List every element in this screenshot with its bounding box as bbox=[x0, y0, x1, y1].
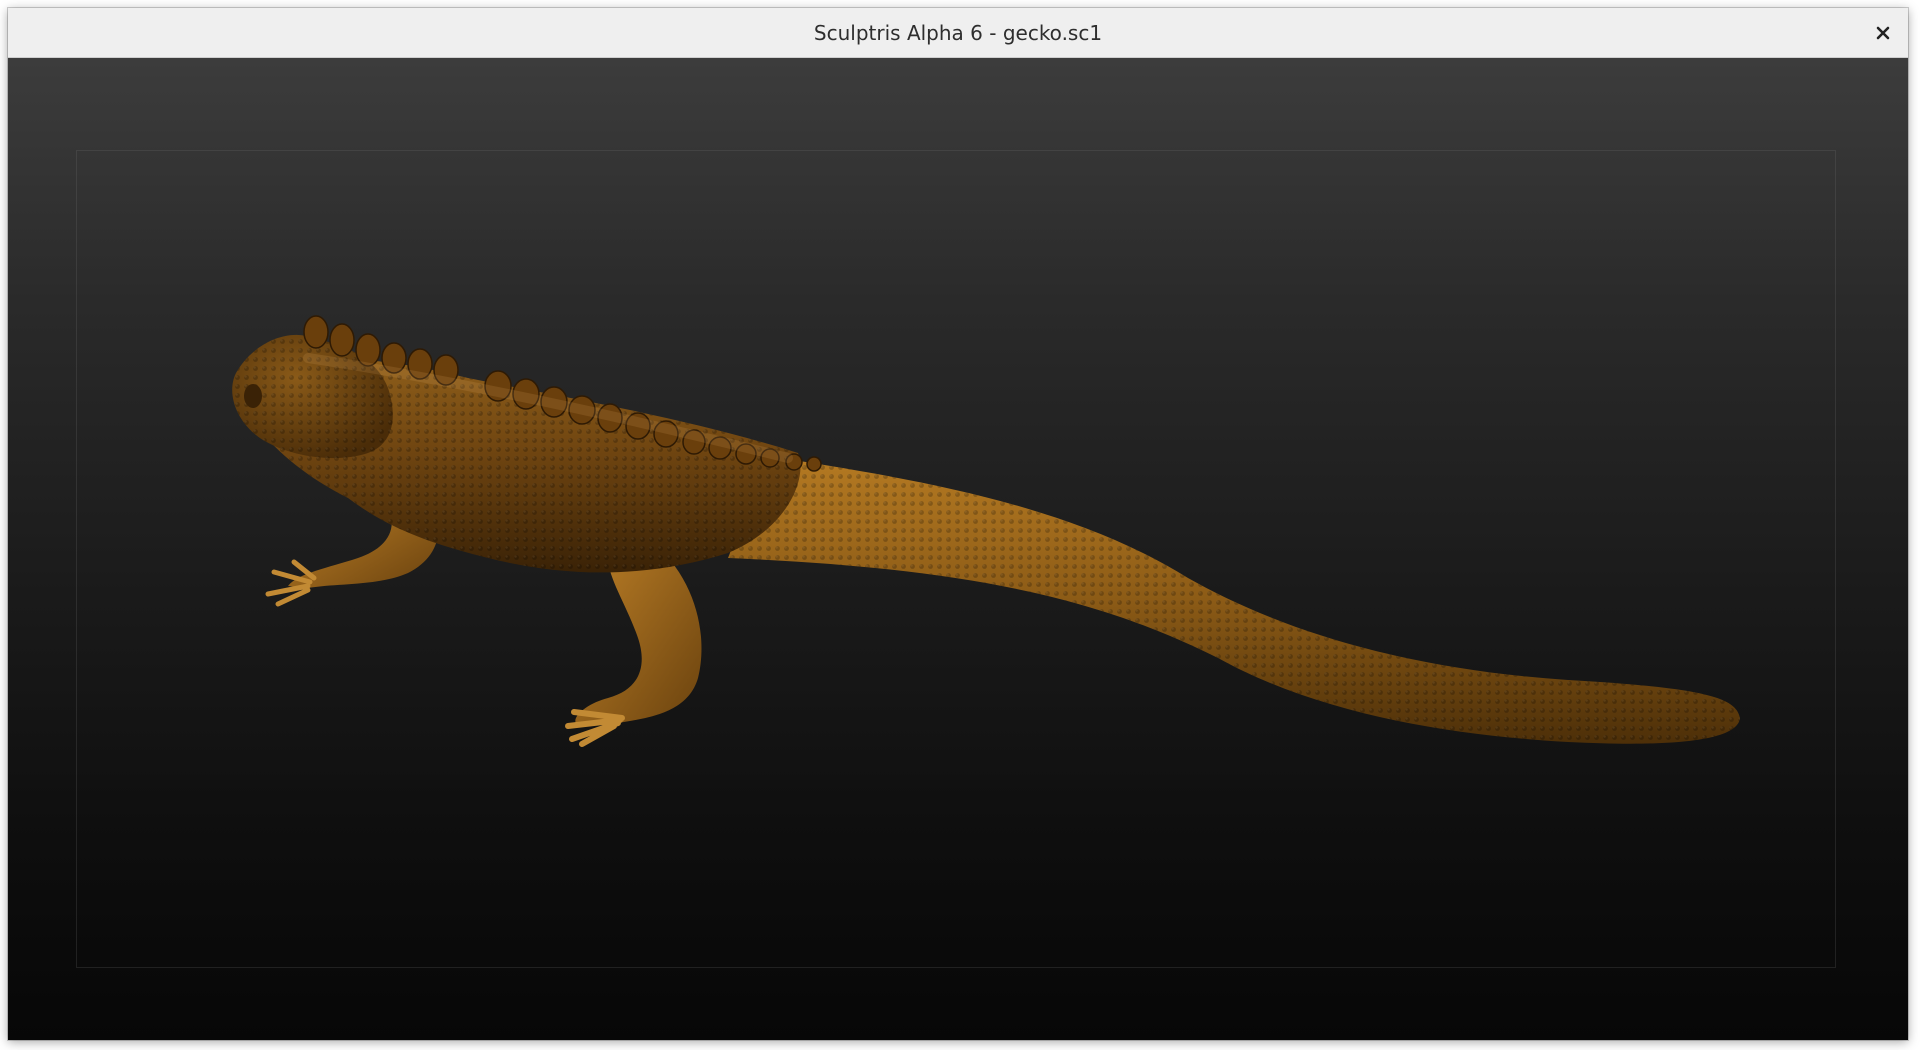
window-title: Sculptris Alpha 6 - gecko.sc1 bbox=[813, 21, 1103, 45]
gecko-model bbox=[232, 315, 1740, 747]
sculpt-viewport[interactable] bbox=[8, 58, 1908, 1040]
close-icon bbox=[1876, 26, 1890, 40]
app-window: Sculptris Alpha 6 - gecko.sc1 bbox=[8, 8, 1908, 1040]
title-bar[interactable]: Sculptris Alpha 6 - gecko.sc1 bbox=[8, 8, 1908, 58]
close-button[interactable] bbox=[1868, 18, 1898, 48]
